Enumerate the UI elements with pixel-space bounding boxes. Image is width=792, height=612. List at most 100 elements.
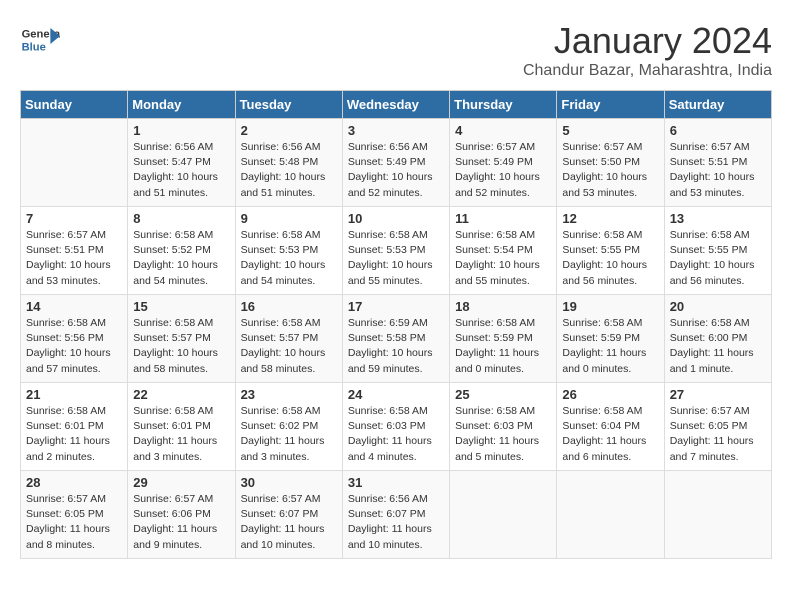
- location-subtitle: Chandur Bazar, Maharashtra, India: [523, 62, 772, 80]
- calendar-day-cell: 9 Sunrise: 6:58 AM Sunset: 5:53 PM Daylig…: [235, 207, 342, 295]
- calendar-day-cell: 10Sunrise: 6:58 AM Sunset: 5:53 PM Dayli…: [342, 207, 449, 295]
- day-number: 1: [133, 123, 229, 138]
- day-number: 28: [26, 475, 122, 490]
- day-number: 15: [133, 299, 229, 314]
- calendar-day-cell: 12 Sunrise: 6:58 AM Sunset: 5:55 PM Dayli…: [557, 207, 664, 295]
- day-number: 19: [562, 299, 658, 314]
- day-info: Sunrise: 6:58 AM Sunset: 6:01 PM Dayligh…: [26, 404, 122, 465]
- day-of-week-header: Thursday: [450, 91, 557, 119]
- day-info: Sunrise: 6:56 AM Sunset: 5:48 PM Dayligh…: [241, 140, 337, 201]
- day-number: 3: [348, 123, 444, 138]
- calendar-day-cell: 22Sunrise: 6:58 AM Sunset: 6:01 PM Dayli…: [128, 383, 235, 471]
- day-number: 13: [670, 211, 766, 226]
- day-info: Sunrise: 6:58 AM Sunset: 6:03 PM Dayligh…: [348, 404, 444, 465]
- day-of-week-header: Monday: [128, 91, 235, 119]
- day-info: Sunrise: 6:57 AM Sunset: 5:51 PM Dayligh…: [670, 140, 766, 201]
- day-number: 4: [455, 123, 551, 138]
- day-info: Sunrise: 6:58 AM Sunset: 6:03 PM Dayligh…: [455, 404, 551, 465]
- svg-text:Blue: Blue: [22, 41, 46, 53]
- day-number: 26: [562, 387, 658, 402]
- calendar-week-row: 1 Sunrise: 6:56 AM Sunset: 5:47 PM Daylig…: [21, 119, 772, 207]
- day-number: 6: [670, 123, 766, 138]
- day-number: 17: [348, 299, 444, 314]
- day-number: 25: [455, 387, 551, 402]
- day-info: Sunrise: 6:58 AM Sunset: 6:02 PM Dayligh…: [241, 404, 337, 465]
- day-of-week-header: Friday: [557, 91, 664, 119]
- calendar-day-cell: 6 Sunrise: 6:57 AM Sunset: 5:51 PM Daylig…: [664, 119, 771, 207]
- day-info: Sunrise: 6:58 AM Sunset: 5:59 PM Dayligh…: [562, 316, 658, 377]
- calendar-day-cell: 14 Sunrise: 6:58 AM Sunset: 5:56 PM Dayli…: [21, 295, 128, 383]
- day-info: Sunrise: 6:59 AM Sunset: 5:58 PM Dayligh…: [348, 316, 444, 377]
- day-number: 21: [26, 387, 122, 402]
- calendar-day-cell: 17 Sunrise: 6:59 AM Sunset: 5:58 PM Dayli…: [342, 295, 449, 383]
- day-number: 20: [670, 299, 766, 314]
- calendar-day-cell: 11 Sunrise: 6:58 AM Sunset: 5:54 PM Dayli…: [450, 207, 557, 295]
- calendar-week-row: 28 Sunrise: 6:57 AM Sunset: 6:05 PM Dayli…: [21, 471, 772, 559]
- day-number: 9: [241, 211, 337, 226]
- day-info: Sunrise: 6:58 AM Sunset: 6:01 PM Dayligh…: [133, 404, 229, 465]
- day-info: Sunrise: 6:58 AM Sunset: 5:55 PM Dayligh…: [670, 228, 766, 289]
- calendar-day-cell: 3Sunrise: 6:56 AM Sunset: 5:49 PM Daylig…: [342, 119, 449, 207]
- logo-icon: General Blue: [20, 20, 60, 60]
- day-info: Sunrise: 6:56 AM Sunset: 5:47 PM Dayligh…: [133, 140, 229, 201]
- day-number: 30: [241, 475, 337, 490]
- day-info: Sunrise: 6:57 AM Sunset: 5:50 PM Dayligh…: [562, 140, 658, 201]
- day-info: Sunrise: 6:56 AM Sunset: 6:07 PM Dayligh…: [348, 492, 444, 553]
- calendar-day-cell: 7 Sunrise: 6:57 AM Sunset: 5:51 PM Daylig…: [21, 207, 128, 295]
- calendar-day-cell: 26 Sunrise: 6:58 AM Sunset: 6:04 PM Dayli…: [557, 383, 664, 471]
- day-info: Sunrise: 6:58 AM Sunset: 5:53 PM Dayligh…: [241, 228, 337, 289]
- day-number: 2: [241, 123, 337, 138]
- day-number: 14: [26, 299, 122, 314]
- day-info: Sunrise: 6:57 AM Sunset: 6:05 PM Dayligh…: [26, 492, 122, 553]
- calendar-day-cell: 28 Sunrise: 6:57 AM Sunset: 6:05 PM Dayli…: [21, 471, 128, 559]
- day-number: 31: [348, 475, 444, 490]
- calendar-day-cell: 15 Sunrise: 6:58 AM Sunset: 5:57 PM Dayli…: [128, 295, 235, 383]
- day-number: 23: [241, 387, 337, 402]
- day-info: Sunrise: 6:57 AM Sunset: 5:49 PM Dayligh…: [455, 140, 551, 201]
- day-of-week-header: Saturday: [664, 91, 771, 119]
- day-info: Sunrise: 6:58 AM Sunset: 5:59 PM Dayligh…: [455, 316, 551, 377]
- calendar-header-row: SundayMondayTuesdayWednesdayThursdayFrid…: [21, 91, 772, 119]
- day-info: Sunrise: 6:58 AM Sunset: 5:57 PM Dayligh…: [241, 316, 337, 377]
- day-number: 18: [455, 299, 551, 314]
- calendar-day-cell: [557, 471, 664, 559]
- calendar-day-cell: [21, 119, 128, 207]
- logo: General Blue: [20, 20, 65, 60]
- calendar-week-row: 21 Sunrise: 6:58 AM Sunset: 6:01 PM Dayli…: [21, 383, 772, 471]
- day-info: Sunrise: 6:58 AM Sunset: 5:55 PM Dayligh…: [562, 228, 658, 289]
- day-info: Sunrise: 6:57 AM Sunset: 5:51 PM Dayligh…: [26, 228, 122, 289]
- day-of-week-header: Tuesday: [235, 91, 342, 119]
- day-number: 12: [562, 211, 658, 226]
- day-info: Sunrise: 6:58 AM Sunset: 6:04 PM Dayligh…: [562, 404, 658, 465]
- calendar-week-row: 14 Sunrise: 6:58 AM Sunset: 5:56 PM Dayli…: [21, 295, 772, 383]
- day-number: 7: [26, 211, 122, 226]
- day-number: 8: [133, 211, 229, 226]
- day-info: Sunrise: 6:58 AM Sunset: 5:54 PM Dayligh…: [455, 228, 551, 289]
- calendar-body: 1 Sunrise: 6:56 AM Sunset: 5:47 PM Daylig…: [21, 119, 772, 559]
- day-number: 24: [348, 387, 444, 402]
- calendar-day-cell: 29Sunrise: 6:57 AM Sunset: 6:06 PM Dayli…: [128, 471, 235, 559]
- day-of-week-header: Wednesday: [342, 91, 449, 119]
- day-info: Sunrise: 6:58 AM Sunset: 5:56 PM Dayligh…: [26, 316, 122, 377]
- calendar-day-cell: 30 Sunrise: 6:57 AM Sunset: 6:07 PM Dayli…: [235, 471, 342, 559]
- day-number: 16: [241, 299, 337, 314]
- calendar-day-cell: 23 Sunrise: 6:58 AM Sunset: 6:02 PM Dayli…: [235, 383, 342, 471]
- day-info: Sunrise: 6:58 AM Sunset: 6:00 PM Dayligh…: [670, 316, 766, 377]
- calendar-day-cell: 18 Sunrise: 6:58 AM Sunset: 5:59 PM Dayli…: [450, 295, 557, 383]
- calendar-day-cell: 8 Sunrise: 6:58 AM Sunset: 5:52 PM Daylig…: [128, 207, 235, 295]
- calendar-day-cell: 31 Sunrise: 6:56 AM Sunset: 6:07 PM Dayli…: [342, 471, 449, 559]
- day-info: Sunrise: 6:58 AM Sunset: 5:53 PM Dayligh…: [348, 228, 444, 289]
- calendar-table: SundayMondayTuesdayWednesdayThursdayFrid…: [20, 90, 772, 559]
- month-title: January 2024: [523, 20, 772, 62]
- calendar-day-cell: 5Sunrise: 6:57 AM Sunset: 5:50 PM Daylig…: [557, 119, 664, 207]
- day-of-week-header: Sunday: [21, 91, 128, 119]
- calendar-day-cell: 16 Sunrise: 6:58 AM Sunset: 5:57 PM Dayli…: [235, 295, 342, 383]
- day-info: Sunrise: 6:58 AM Sunset: 5:52 PM Dayligh…: [133, 228, 229, 289]
- day-number: 11: [455, 211, 551, 226]
- day-info: Sunrise: 6:57 AM Sunset: 6:07 PM Dayligh…: [241, 492, 337, 553]
- calendar-day-cell: 25 Sunrise: 6:58 AM Sunset: 6:03 PM Dayli…: [450, 383, 557, 471]
- page-header: General Blue January 2024 Chandur Bazar,…: [20, 20, 772, 80]
- day-info: Sunrise: 6:58 AM Sunset: 5:57 PM Dayligh…: [133, 316, 229, 377]
- calendar-week-row: 7 Sunrise: 6:57 AM Sunset: 5:51 PM Daylig…: [21, 207, 772, 295]
- calendar-day-cell: 21 Sunrise: 6:58 AM Sunset: 6:01 PM Dayli…: [21, 383, 128, 471]
